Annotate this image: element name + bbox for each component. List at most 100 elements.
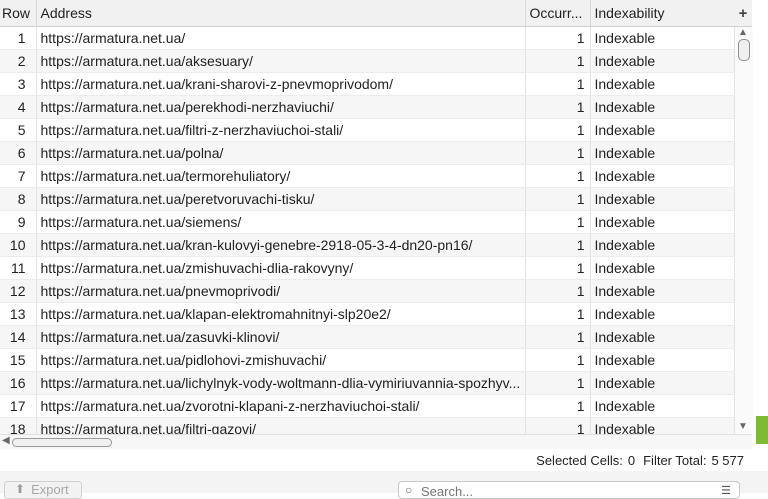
table-row[interactable]: 14 https://armatura.net.ua/zasuvki-klinov… <box>0 325 735 349</box>
cell-address[interactable]: https://armatura.net.ua/krani-sharovi-z-… <box>36 72 526 96</box>
filter-icon[interactable]: ☰ <box>721 484 731 497</box>
cell-occurrences[interactable]: 1 <box>525 210 591 234</box>
cell-row-number[interactable]: 7 <box>0 164 37 188</box>
search-box[interactable]: ○ ☰ <box>398 481 740 499</box>
cell-row-number[interactable]: 15 <box>0 348 37 372</box>
column-header-occurrences[interactable]: Occurr... <box>525 0 591 27</box>
table-row[interactable]: 6 https://armatura.net.ua/polna/1 Indexabl… <box>0 141 735 165</box>
cell-row-number[interactable]: 8 <box>0 187 37 211</box>
cell-row-number[interactable]: 6 <box>0 141 37 165</box>
column-header-indexability[interactable]: Indexability <box>590 0 735 27</box>
cell-address[interactable]: https://armatura.net.ua/siemens/ <box>36 210 526 234</box>
table-row[interactable]: 9 https://armatura.net.ua/siemens/1 Indexa… <box>0 210 735 234</box>
cell-address[interactable]: https://armatura.net.ua/pidlohovi-zmishu… <box>36 348 526 372</box>
cell-row-number[interactable]: 4 <box>0 95 37 119</box>
cell-row-number[interactable]: 14 <box>0 325 37 349</box>
table-row[interactable]: 11 https://armatura.net.ua/zmishuvachi-dl… <box>0 256 735 280</box>
cell-occurrences[interactable]: 1 <box>525 164 591 188</box>
cell-indexability[interactable]: Indexable <box>590 302 735 326</box>
cell-row-number[interactable]: 16 <box>0 371 37 395</box>
cell-address[interactable]: https://armatura.net.ua/aksesuary/ <box>36 49 526 73</box>
cell-row-number[interactable]: 12 <box>0 279 37 303</box>
cell-indexability[interactable]: Indexable <box>590 141 735 165</box>
cell-address[interactable]: https://armatura.net.ua/zmishuvachi-dlia… <box>36 256 526 280</box>
cell-indexability[interactable]: Indexable <box>590 118 735 142</box>
cell-occurrences[interactable]: 1 <box>525 256 591 280</box>
cell-address[interactable]: https://armatura.net.ua/ <box>36 26 526 50</box>
horizontal-scroll-thumb[interactable] <box>12 438 112 447</box>
scroll-left-icon[interactable]: ◀ <box>2 435 10 446</box>
cell-occurrences[interactable]: 1 <box>525 72 591 96</box>
cell-address[interactable]: https://armatura.net.ua/filtri-z-nerzhav… <box>36 118 526 142</box>
table-row[interactable]: 4 https://armatura.net.ua/perekhodi-nerzh… <box>0 95 735 119</box>
cell-row-number[interactable]: 18 <box>0 417 37 434</box>
table-row[interactable]: 5 https://armatura.net.ua/filtri-z-nerzha… <box>0 118 735 142</box>
cell-address[interactable]: https://armatura.net.ua/filtri-gazovi/ <box>36 417 526 434</box>
cell-occurrences[interactable]: 1 <box>525 49 591 73</box>
table-row[interactable]: 7 https://armatura.net.ua/termorehuliator… <box>0 164 735 188</box>
cell-row-number[interactable]: 9 <box>0 210 37 234</box>
cell-row-number[interactable]: 13 <box>0 302 37 326</box>
table-row[interactable]: 15 https://armatura.net.ua/pidlohovi-zmis… <box>0 348 735 372</box>
cell-indexability[interactable]: Indexable <box>590 49 735 73</box>
cell-address[interactable]: https://armatura.net.ua/termorehuliatory… <box>36 164 526 188</box>
cell-address[interactable]: https://armatura.net.ua/peretvoruvachi-t… <box>36 187 526 211</box>
cell-occurrences[interactable]: 1 <box>525 141 591 165</box>
cell-indexability[interactable]: Indexable <box>590 210 735 234</box>
cell-occurrences[interactable]: 1 <box>525 26 591 50</box>
horizontal-scrollbar[interactable]: ◀ <box>0 434 752 449</box>
cell-occurrences[interactable]: 1 <box>525 233 591 257</box>
cell-indexability[interactable]: Indexable <box>590 72 735 96</box>
scroll-down-icon[interactable]: ▼ <box>738 421 748 432</box>
cell-occurrences[interactable]: 1 <box>525 118 591 142</box>
cell-row-number[interactable]: 17 <box>0 394 37 418</box>
column-header-row[interactable]: Row <box>0 0 37 27</box>
cell-indexability[interactable]: Indexable <box>590 26 735 50</box>
cell-row-number[interactable]: 5 <box>0 118 37 142</box>
cell-indexability[interactable]: Indexable <box>590 187 735 211</box>
cell-indexability[interactable]: Indexable <box>590 394 735 418</box>
cell-address[interactable]: https://armatura.net.ua/zasuvki-klinovi/ <box>36 325 526 349</box>
table-row[interactable]: 16 https://armatura.net.ua/lichylnyk-vody… <box>0 371 735 395</box>
cell-row-number[interactable]: 2 <box>0 49 37 73</box>
table-row[interactable]: 8 https://armatura.net.ua/peretvoruvachi-… <box>0 187 735 211</box>
cell-address[interactable]: https://armatura.net.ua/zvorotni-klapani… <box>36 394 526 418</box>
table-row[interactable]: 1 https://armatura.net.ua/1 Indexable <box>0 26 735 50</box>
cell-indexability[interactable]: Indexable <box>590 325 735 349</box>
cell-indexability[interactable]: Indexable <box>590 417 735 434</box>
cell-indexability[interactable]: Indexable <box>590 233 735 257</box>
cell-row-number[interactable]: 1 <box>0 26 37 50</box>
cell-address[interactable]: https://armatura.net.ua/perekhodi-nerzha… <box>36 95 526 119</box>
cell-address[interactable]: https://armatura.net.ua/polna/ <box>36 141 526 165</box>
cell-occurrences[interactable]: 1 <box>525 417 591 434</box>
cell-indexability[interactable]: Indexable <box>590 371 735 395</box>
cell-address[interactable]: https://armatura.net.ua/kran-kulovyi-gen… <box>36 233 526 257</box>
search-input[interactable] <box>421 482 711 498</box>
table-row[interactable]: 13 https://armatura.net.ua/klapan-elektro… <box>0 302 735 326</box>
cell-address[interactable]: https://armatura.net.ua/pnevmoprivodi/ <box>36 279 526 303</box>
cell-occurrences[interactable]: 1 <box>525 187 591 211</box>
export-button[interactable]: ⬆ Export <box>4 481 82 499</box>
cell-indexability[interactable]: Indexable <box>590 95 735 119</box>
cell-indexability[interactable]: Indexable <box>590 279 735 303</box>
cell-occurrences[interactable]: 1 <box>525 348 591 372</box>
table-row[interactable]: 18 https://armatura.net.ua/filtri-gazovi/… <box>0 417 735 434</box>
cell-row-number[interactable]: 10 <box>0 233 37 257</box>
table-row[interactable]: 12 https://armatura.net.ua/pnevmoprivodi/… <box>0 279 735 303</box>
table-row[interactable]: 3 https://armatura.net.ua/krani-sharovi-z… <box>0 72 735 96</box>
scroll-up-icon[interactable]: ▲ <box>738 27 748 38</box>
cell-address[interactable]: https://armatura.net.ua/klapan-elektroma… <box>36 302 526 326</box>
cell-occurrences[interactable]: 1 <box>525 371 591 395</box>
vertical-scrollbar[interactable]: ▲ ▼ <box>734 27 753 434</box>
cell-address[interactable]: https://armatura.net.ua/lichylnyk-vody-w… <box>36 371 526 395</box>
cell-indexability[interactable]: Indexable <box>590 348 735 372</box>
table-row[interactable]: 10 https://armatura.net.ua/kran-kulovyi-g… <box>0 233 735 257</box>
cell-occurrences[interactable]: 1 <box>525 325 591 349</box>
cell-occurrences[interactable]: 1 <box>525 394 591 418</box>
table-row[interactable]: 2 https://armatura.net.ua/aksesuary/1 Inde… <box>0 49 735 73</box>
cell-indexability[interactable]: Indexable <box>590 164 735 188</box>
cell-row-number[interactable]: 11 <box>0 256 37 280</box>
column-header-address[interactable]: Address <box>36 0 526 27</box>
vertical-scroll-thumb[interactable] <box>738 39 750 61</box>
cell-occurrences[interactable]: 1 <box>525 279 591 303</box>
